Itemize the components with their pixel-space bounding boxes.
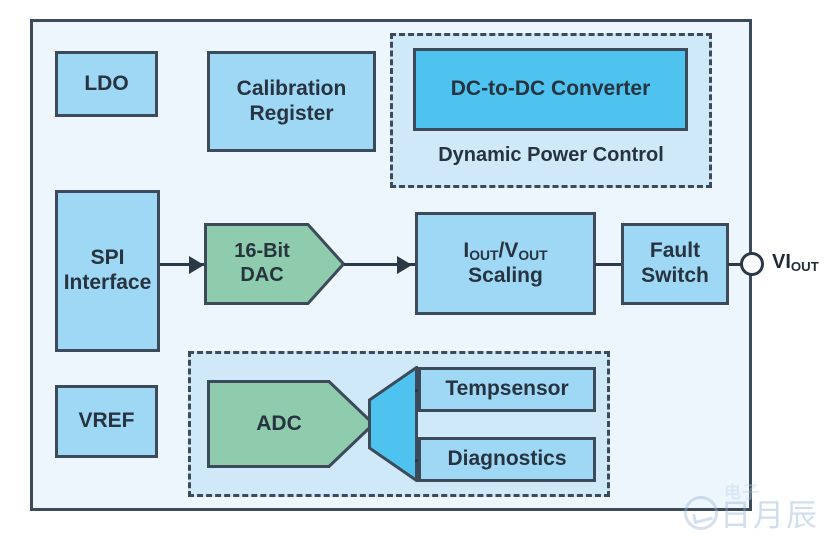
block-diagnostics[interactable]: Diagnostics <box>418 437 596 482</box>
block-diagram: DC-to-DC Converter Dynamic Power Control… <box>0 0 826 533</box>
dac-pentagon-shape <box>204 223 345 305</box>
vi-out-subscript: OUT <box>790 258 819 274</box>
calibration-register-line2: Register <box>249 101 334 125</box>
block-tempsensor[interactable]: Tempsensor <box>418 367 596 412</box>
block-adc[interactable]: ADC <box>207 380 375 468</box>
block-calibration-register[interactable]: Calibration Register <box>207 51 376 152</box>
fault-switch-line1: Fault <box>649 239 701 263</box>
scaling-out2-subscript: OUT <box>518 246 548 263</box>
scaling-out1-subscript: OUT <box>469 246 499 263</box>
watermark-logo-icon <box>684 495 718 530</box>
vi-out-terminal[interactable] <box>740 252 764 276</box>
mux-trapezoid-shape <box>368 364 418 484</box>
fault-switch-line2: Switch <box>641 264 709 287</box>
vi-out-prefix: VI <box>772 251 791 273</box>
scaling-line1: IOUT/VOUT <box>463 239 547 264</box>
scaling-line2: Scaling <box>468 263 543 287</box>
block-ldo[interactable]: LDO <box>55 51 158 117</box>
watermark-subtext: 电子 <box>724 483 760 502</box>
calibration-register-line1: Calibration <box>236 76 347 100</box>
spi-interface-line2: Interface <box>63 271 152 294</box>
arrowhead-spi-to-dac <box>189 256 204 274</box>
wire-scaling-to-fault-switch <box>595 263 623 266</box>
group-label-dynamic-power-control: Dynamic Power Control <box>438 144 664 166</box>
block-fault-switch[interactable]: Fault Switch <box>621 223 729 305</box>
spi-interface-line1: SPI <box>90 246 125 270</box>
block-vref[interactable]: VREF <box>55 385 158 458</box>
arrowhead-dac-to-scaling <box>397 256 412 274</box>
block-multiplexer[interactable] <box>368 364 418 484</box>
block-16-bit-dac[interactable]: 16-Bit DAC <box>204 223 345 305</box>
adc-pentagon-shape <box>207 380 375 468</box>
block-spi-interface[interactable]: SPI Interface <box>55 190 160 352</box>
block-dc-to-dc-converter[interactable]: DC-to-DC Converter <box>413 48 688 131</box>
watermark: 日月辰 电子 <box>684 483 819 535</box>
block-iout-vout-scaling[interactable]: IOUT/VOUT Scaling <box>415 212 596 315</box>
vi-out-label: VIOUT <box>772 251 819 274</box>
scaling-slash-label: /V <box>498 238 519 262</box>
